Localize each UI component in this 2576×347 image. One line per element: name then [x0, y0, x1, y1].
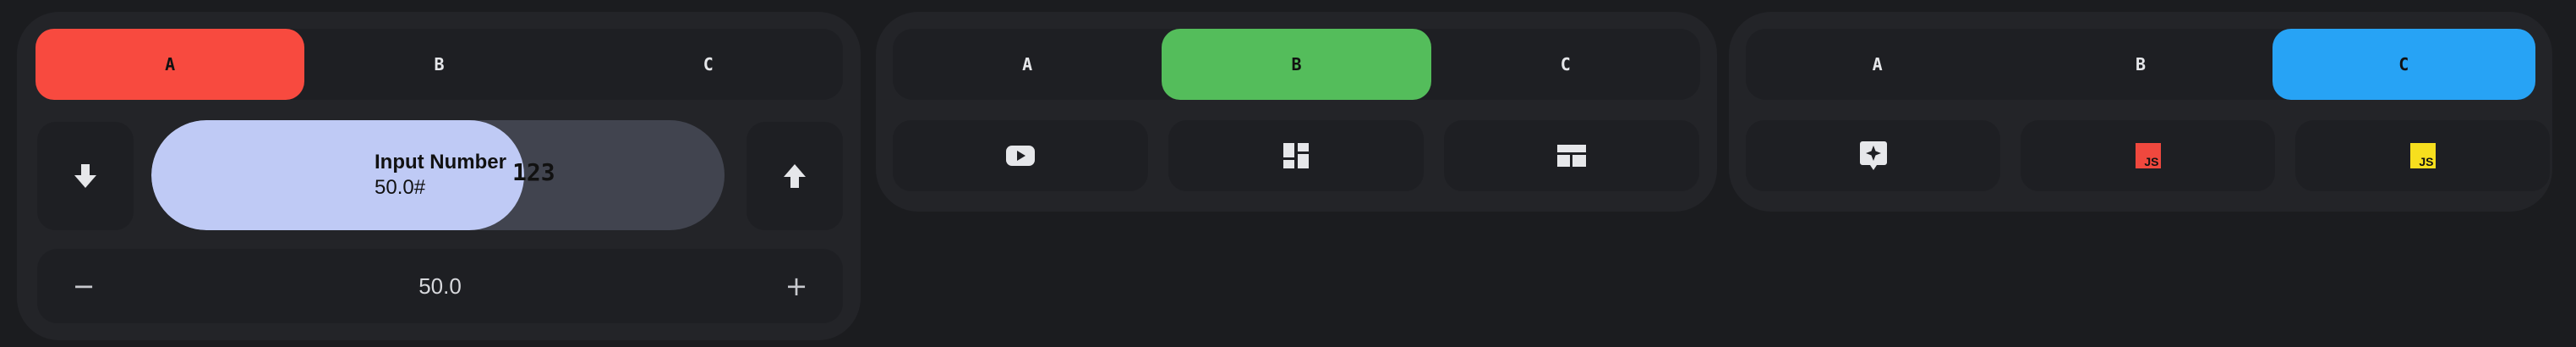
segment-b-button[interactable]: B: [2009, 29, 2272, 100]
javascript-yellow-icon: JS: [2409, 143, 2436, 168]
number-stepper: − 50.0 +: [37, 249, 843, 323]
sparkle-chat-button[interactable]: [1746, 120, 2000, 191]
number-type-badge: 123: [512, 158, 555, 186]
js-label: JS: [2419, 155, 2434, 168]
arrow-up-icon: [784, 164, 806, 188]
plus-button[interactable]: +: [763, 249, 830, 323]
slider-title: Input Number: [375, 151, 506, 174]
segmented-control-1: A B C: [36, 29, 843, 100]
segment-c-button[interactable]: C: [2272, 29, 2535, 100]
slider-value-text: 50.0#: [375, 176, 426, 199]
segment-b-button[interactable]: B: [1162, 29, 1431, 100]
segment-b-button[interactable]: B: [304, 29, 573, 100]
layout-icon: [1557, 145, 1586, 167]
dashboard-icon: [1283, 143, 1309, 168]
segment-a-button[interactable]: A: [36, 29, 305, 100]
panel-icon-tabs-blue: A B C JS JS: [1729, 12, 2552, 212]
panel-icon-tabs-green: A B C: [876, 12, 1717, 212]
layout-button[interactable]: [1444, 120, 1699, 191]
js-label: JS: [2144, 155, 2159, 168]
arrow-down-icon: [74, 164, 96, 188]
stepper-value: 50.0: [418, 273, 462, 299]
panel-number-input: A B C Input Number 50.0# 123 − 50.0 +: [17, 12, 861, 340]
slider-label: Input Number 50.0#: [375, 150, 506, 201]
dashboard-button[interactable]: [1168, 120, 1424, 191]
decrement-arrow-button[interactable]: [37, 122, 134, 230]
segment-a-button[interactable]: A: [893, 29, 1162, 100]
minus-button[interactable]: −: [50, 249, 118, 323]
javascript-red-button[interactable]: JS: [2021, 120, 2275, 191]
youtube-button[interactable]: [893, 120, 1148, 191]
segmented-control-2: A B C: [893, 29, 1700, 100]
sparkle-chat-icon: [1859, 141, 1887, 170]
segment-c-button[interactable]: C: [574, 29, 843, 100]
javascript-red-icon: JS: [2135, 143, 2161, 168]
increment-arrow-button[interactable]: [747, 122, 843, 230]
javascript-yellow-button[interactable]: JS: [2295, 120, 2550, 191]
segmented-control-3: A B C: [1746, 29, 2535, 100]
segment-a-button[interactable]: A: [1746, 29, 2009, 100]
number-slider[interactable]: Input Number 50.0# 123: [151, 120, 725, 230]
youtube-icon: [1006, 146, 1035, 166]
segment-c-button[interactable]: C: [1431, 29, 1700, 100]
